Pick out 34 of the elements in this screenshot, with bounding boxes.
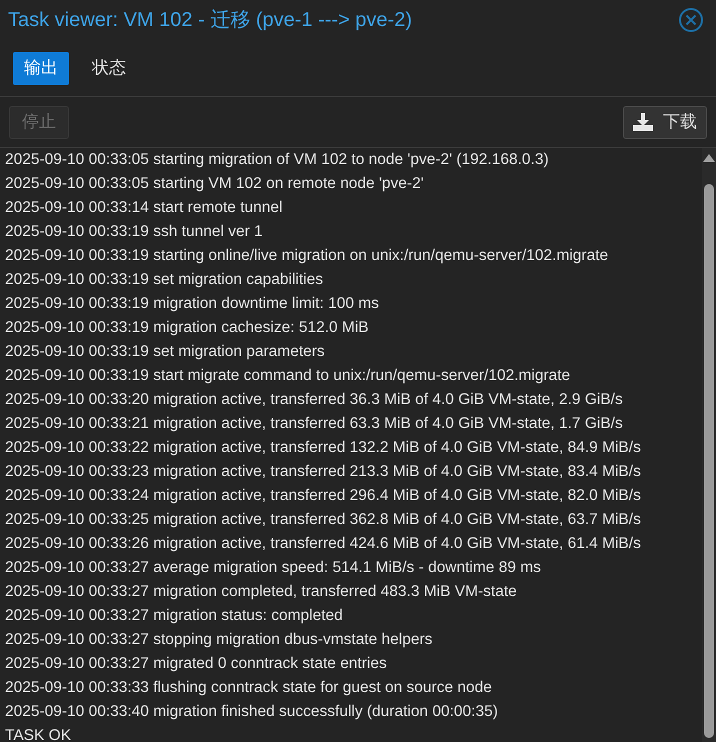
log-line: 2025-09-10 00:33:26 migration active, transferred 424.6 MiB of 4.0 GiB VM-state, 61.4 MiB/s xyxy=(5,534,642,554)
log-line: 2025-09-10 00:33:24 migration active, transferred 296.4 MiB of 4.0 GiB VM-state, 82.0 MiB/s xyxy=(5,486,642,506)
scrollbar-thumb[interactable] xyxy=(704,184,714,738)
log-line: 2025-09-10 00:33:40 migration finished successfully (duration 00:00:35) xyxy=(5,702,499,722)
log-line: 2025-09-10 00:33:19 set migration parameters xyxy=(5,342,326,362)
log-line: TASK OK xyxy=(5,726,72,742)
close-icon[interactable] xyxy=(678,7,704,33)
log-line: 2025-09-10 00:33:27 migration status: completed xyxy=(5,606,344,626)
log-line: 2025-09-10 00:33:19 starting online/live migration on unix:/run/qemu-server/102.migrate xyxy=(5,246,610,266)
scrollbar[interactable] xyxy=(702,148,716,742)
window-title: Task viewer: VM 102 - 迁移 (pve-1 ---> pve-2) xyxy=(8,8,412,33)
log-line: 2025-09-10 00:33:25 migration active, transferred 362.8 MiB of 4.0 GiB VM-state, 63.7 MiB/s xyxy=(5,510,642,530)
log-line: 2025-09-10 00:33:05 starting VM 102 on remote node 'pve-2' xyxy=(5,174,425,194)
download-button[interactable]: 下载 xyxy=(623,106,707,138)
log-line: 2025-09-10 00:33:21 migration active, transferred 63.3 MiB of 4.0 GiB VM-state, 1.7 GiB/s xyxy=(5,414,624,434)
log-line: 2025-09-10 00:33:27 migration completed, transferred 483.3 MiB VM-state xyxy=(5,582,518,602)
scroll-up-icon[interactable] xyxy=(703,154,715,162)
log-line: 2025-09-10 00:33:14 start remote tunnel xyxy=(5,198,284,218)
log-line: 2025-09-10 00:33:27 stopping migration dbus-vmstate helpers xyxy=(5,630,434,650)
log-line: 2025-09-10 00:33:27 average migration speed: 514.1 MiB/s - downtime 89 ms xyxy=(5,558,542,578)
log-line: 2025-09-10 00:33:33 flushing conntrack state for guest on source node xyxy=(5,678,493,698)
log-line: 2025-09-10 00:33:19 start migrate command to unix:/run/qemu-server/102.migrate xyxy=(5,366,572,386)
log-line: 2025-09-10 00:33:19 ssh tunnel ver 1 xyxy=(5,222,264,242)
tab[interactable]: 状态 xyxy=(81,52,137,84)
log-line: 2025-09-10 00:33:19 migration downtime limit: 100 ms xyxy=(5,294,380,314)
log-line: 2025-09-10 00:33:20 migration active, transferred 36.3 MiB of 4.0 GiB VM-state, 2.9 GiB/s xyxy=(5,390,624,410)
download-icon xyxy=(633,113,653,131)
log-line: 2025-09-10 00:33:19 set migration capabilities xyxy=(5,270,324,290)
log-line: 2025-09-10 00:33:05 starting migration of VM 102 to node 'pve-2' (192.168.0.3) xyxy=(5,150,550,170)
log-line: 2025-09-10 00:33:19 migration cachesize: 512.0 MiB xyxy=(5,318,370,338)
log-line: 2025-09-10 00:33:22 migration active, transferred 132.2 MiB of 4.0 GiB VM-state, 84.9 MiB/s xyxy=(5,438,642,458)
log-line: 2025-09-10 00:33:27 migrated 0 conntrack state entries xyxy=(5,654,388,674)
tab[interactable]: 输出 xyxy=(13,52,69,84)
log-line: 2025-09-10 00:33:23 migration active, transferred 213.3 MiB of 4.0 GiB VM-state, 83.4 MiB/s xyxy=(5,462,642,482)
